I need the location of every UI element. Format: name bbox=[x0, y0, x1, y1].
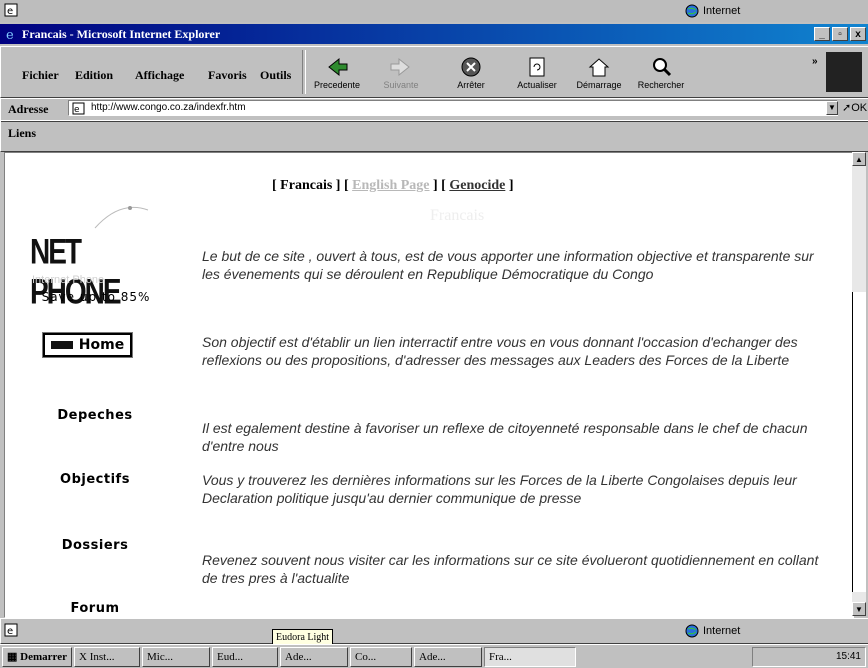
ghost-heading: Francais bbox=[430, 207, 485, 224]
link-english[interactable]: English Page bbox=[352, 178, 429, 193]
language-links: [ Francais ] [ English Page ] [ Genocide… bbox=[272, 178, 514, 193]
home-bar-icon bbox=[50, 341, 73, 349]
task-button[interactable]: Co... bbox=[350, 647, 412, 667]
zone-label: Internet bbox=[703, 5, 741, 17]
title-bar[interactable]: e Francais - Microsoft Internet Explorer… bbox=[0, 24, 868, 44]
home-toolbar-label: Démarrage bbox=[576, 80, 622, 90]
paragraph-5: Revenez souvent nous visiter car les inf… bbox=[202, 552, 819, 586]
netphone-banner[interactable]: NET PHONE Internet Phone Save up to 85% bbox=[30, 190, 160, 311]
search-button[interactable]: Rechercher bbox=[630, 56, 692, 96]
page-icon: e bbox=[72, 102, 85, 115]
satellite-icon bbox=[94, 206, 149, 229]
task-button[interactable]: Mic... bbox=[142, 647, 210, 667]
banner-tagline: Internet Phone bbox=[32, 274, 105, 286]
svg-text:e: e bbox=[7, 626, 13, 637]
throbber-logo bbox=[826, 52, 862, 92]
top-status-strip: e Internet bbox=[0, 0, 868, 22]
search-icon bbox=[653, 58, 672, 77]
back-arrow-icon bbox=[328, 57, 348, 77]
zone-indicator: Internet bbox=[685, 4, 740, 18]
maximize-button[interactable]: ▫ bbox=[832, 27, 848, 41]
ie-logo-icon: e bbox=[6, 28, 14, 41]
stop-icon bbox=[461, 57, 481, 77]
task-button[interactable]: X Inst... bbox=[74, 647, 140, 667]
toolbar-band bbox=[0, 46, 868, 98]
forward-arrow-icon bbox=[390, 57, 410, 77]
house-icon bbox=[588, 58, 610, 77]
refresh-label: Actualiser bbox=[517, 80, 557, 90]
task-button[interactable]: Eud... bbox=[212, 647, 278, 667]
task-button[interactable]: Ade... bbox=[280, 647, 348, 667]
globe-icon bbox=[685, 624, 699, 638]
nav-objectifs[interactable]: Objectifs bbox=[30, 472, 160, 487]
close-button[interactable]: x bbox=[850, 27, 866, 41]
vertical-scrollbar[interactable]: ▲ ▼ bbox=[852, 152, 866, 616]
links-bar bbox=[0, 120, 868, 152]
paragraph-3: Il est egalement destine à favoriser un … bbox=[202, 420, 808, 454]
menu-favoris[interactable]: Favoris bbox=[208, 68, 247, 83]
menu-fichier[interactable]: Fichier bbox=[22, 68, 59, 83]
address-dropdown[interactable]: ▼ bbox=[826, 101, 838, 115]
task-button-active[interactable]: Fra... bbox=[484, 647, 576, 667]
svg-text:e: e bbox=[7, 6, 13, 17]
stop-button[interactable]: Arrêter bbox=[440, 56, 502, 96]
window-title: Francais - Microsoft Internet Explorer bbox=[22, 27, 221, 41]
search-label: Rechercher bbox=[637, 80, 685, 90]
address-input[interactable]: e http://www.congo.co.za/indexfr.htm bbox=[68, 100, 838, 116]
svg-text:e: e bbox=[74, 105, 80, 115]
status-zone: Internet bbox=[685, 624, 740, 638]
stop-label: Arrêter bbox=[457, 80, 485, 90]
scroll-down-arrow-icon[interactable]: ▼ bbox=[852, 602, 866, 616]
scroll-thumb[interactable] bbox=[852, 292, 866, 592]
menu-affichage[interactable]: Affichage bbox=[135, 68, 184, 83]
forward-label: Suivante bbox=[383, 80, 419, 90]
home-toolbar-button[interactable]: Démarrage bbox=[568, 56, 630, 96]
banner-offer: Save up to 85% bbox=[41, 290, 151, 304]
paragraph-1: Le but de ce site , ouvert à tous, est d… bbox=[202, 248, 814, 282]
paragraph-4: Vous y trouverez les dernières informati… bbox=[202, 472, 797, 506]
status-zone-label: Internet bbox=[703, 625, 741, 637]
go-label: OK bbox=[851, 102, 868, 114]
back-label: Precedente bbox=[313, 80, 361, 90]
home-nav-button[interactable]: Home bbox=[42, 332, 133, 358]
clock: 15:41 bbox=[835, 651, 861, 662]
link-francais[interactable]: Francais bbox=[280, 178, 332, 193]
back-button[interactable]: Precedente bbox=[306, 56, 368, 96]
start-button[interactable]: ▦ Demarrer bbox=[2, 647, 72, 667]
refresh-button[interactable]: Actualiser bbox=[506, 56, 568, 96]
refresh-icon bbox=[529, 57, 545, 77]
forward-button[interactable]: Suivante bbox=[370, 56, 432, 96]
menu-outils[interactable]: Outils bbox=[260, 68, 291, 83]
ie-page-icon: e bbox=[4, 3, 18, 17]
windows-logo-icon: ▦ bbox=[7, 651, 21, 663]
go-button[interactable]: ➚OK bbox=[842, 101, 867, 114]
go-arrow-icon: ➚ bbox=[842, 102, 852, 114]
status-page-icon: e bbox=[4, 623, 18, 637]
address-url: http://www.congo.co.za/indexfr.htm bbox=[91, 102, 246, 113]
svg-text:e: e bbox=[6, 28, 14, 41]
address-label: Adresse bbox=[8, 102, 49, 116]
nav-dossiers[interactable]: Dossiers bbox=[30, 538, 160, 553]
home-nav-label: Home bbox=[78, 337, 125, 353]
task-button[interactable]: Ade... bbox=[414, 647, 482, 667]
link-genocide[interactable]: Genocide bbox=[449, 178, 505, 193]
links-label[interactable]: Liens bbox=[8, 126, 36, 141]
nav-forum[interactable]: Forum bbox=[30, 601, 160, 616]
start-label: Demarrer bbox=[20, 651, 67, 663]
nav-depeches[interactable]: Depeches bbox=[30, 408, 160, 423]
scroll-up-arrow-icon[interactable]: ▲ bbox=[852, 152, 866, 166]
globe-icon bbox=[685, 4, 699, 18]
toolbar-chevron-icon[interactable]: » bbox=[812, 56, 818, 67]
menu-edition[interactable]: Edition bbox=[75, 68, 113, 83]
paragraph-2: Son objectif est d'établir un lien inter… bbox=[202, 334, 798, 368]
minimize-button[interactable]: _ bbox=[814, 27, 830, 41]
system-tray: 15:41 bbox=[752, 647, 866, 667]
